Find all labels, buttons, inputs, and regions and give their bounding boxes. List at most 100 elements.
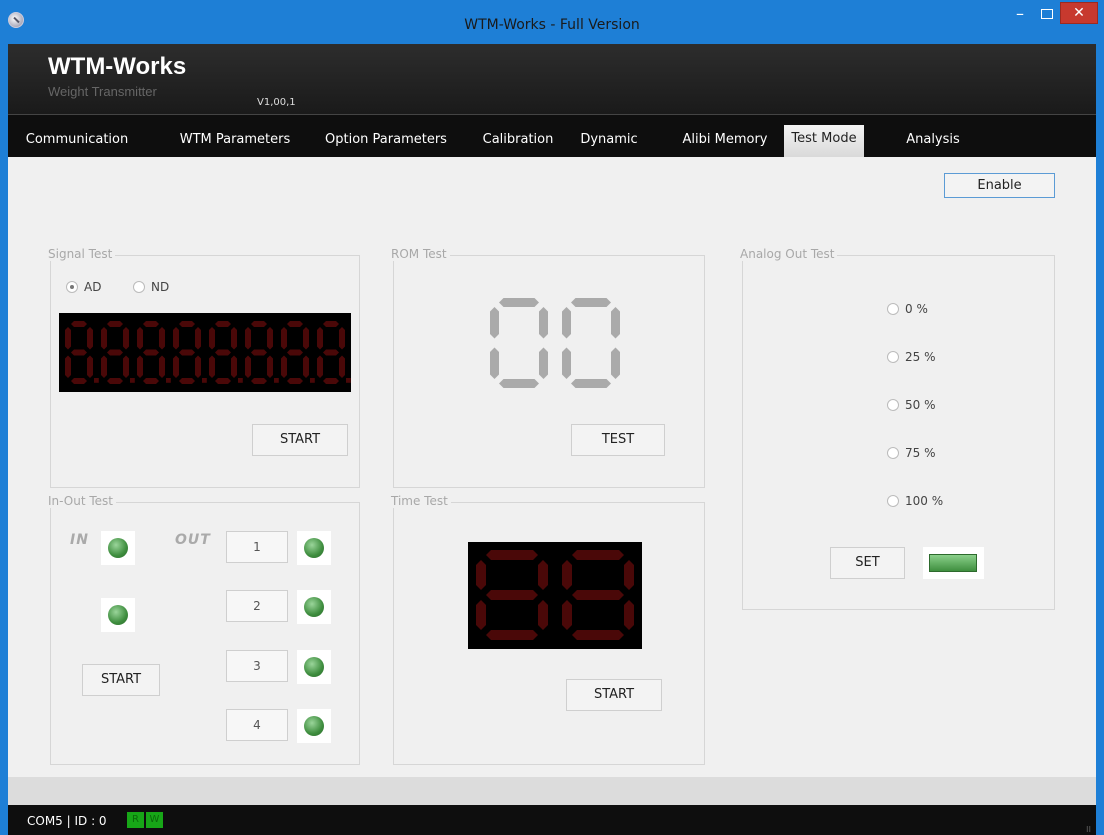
rom-test-button[interactable]: TEST xyxy=(571,424,665,456)
segment-a xyxy=(287,321,303,327)
segment-f xyxy=(173,327,179,350)
segment-d xyxy=(179,378,195,384)
segment-g xyxy=(71,349,87,356)
segment-a xyxy=(486,550,538,560)
segment-b xyxy=(611,307,620,339)
segment-b xyxy=(538,560,548,590)
radio-nd[interactable]: ND xyxy=(133,280,169,294)
radio-0-percent[interactable]: 0 % xyxy=(887,302,928,316)
segment-e xyxy=(173,355,179,378)
segment-g xyxy=(287,349,303,356)
segment-c xyxy=(267,355,273,378)
option-label: 0 % xyxy=(905,302,928,316)
close-icon[interactable]: ✕ xyxy=(1060,2,1098,24)
segment-c xyxy=(538,600,548,630)
segment-b xyxy=(339,327,345,350)
segment-b xyxy=(195,327,201,350)
segment-b xyxy=(123,327,129,350)
radio-100-percent[interactable]: 100 % xyxy=(887,494,943,508)
radio-50-percent[interactable]: 50 % xyxy=(887,398,936,412)
radio-unselected-icon xyxy=(887,447,899,459)
segment-g xyxy=(143,349,159,356)
status-bar: COM5 | ID : 0 R W ⁝⁝ xyxy=(8,805,1096,835)
segment-a xyxy=(572,550,624,560)
maximize-icon[interactable] xyxy=(1034,6,1058,24)
segment-e xyxy=(562,600,572,630)
out-channel-4[interactable]: 4 xyxy=(226,709,288,741)
segment-a xyxy=(71,321,87,327)
segment-e xyxy=(101,355,107,378)
segment-g xyxy=(572,590,624,600)
segment-b xyxy=(267,327,273,350)
tab-test-mode[interactable]: Test Mode xyxy=(784,125,864,158)
out-channel-2[interactable]: 2 xyxy=(226,590,288,622)
radio-75-percent[interactable]: 75 % xyxy=(887,446,936,460)
radio-ad[interactable]: AD xyxy=(66,280,101,294)
segment-dp xyxy=(166,378,171,383)
signal-start-button[interactable]: START xyxy=(252,424,348,456)
resize-grip-icon[interactable]: ⁝⁝ xyxy=(1086,825,1091,834)
segment-dp xyxy=(346,378,351,383)
option-label: 75 % xyxy=(905,446,936,460)
segment-d xyxy=(486,630,538,640)
option-label: 25 % xyxy=(905,350,936,364)
segment-a xyxy=(571,298,611,307)
segment-c xyxy=(231,355,237,378)
rom-test-title: ROM Test xyxy=(391,247,450,261)
minimize-icon[interactable]: – xyxy=(1006,6,1034,24)
in-out-test-group: In-Out Test IN OUT 1 2 3 4 START xyxy=(48,494,360,765)
tab-calibration[interactable]: Calibration xyxy=(470,131,566,158)
segment-c xyxy=(539,347,548,379)
time-start-button[interactable]: START xyxy=(566,679,662,711)
segment-e xyxy=(65,355,71,378)
segment-c xyxy=(624,600,634,630)
analog-set-button[interactable]: SET xyxy=(830,547,905,579)
segment-dp xyxy=(274,378,279,383)
time-test-title: Time Test xyxy=(391,494,451,508)
segment-b xyxy=(303,327,309,350)
tab-dynamic[interactable]: Dynamic xyxy=(574,131,644,158)
signal-test-group: Signal Test AD ND START xyxy=(48,247,360,488)
out-channel-1[interactable]: 1 xyxy=(226,531,288,563)
out-channel-3[interactable]: 3 xyxy=(226,650,288,682)
tab-communication[interactable]: Communication xyxy=(19,131,135,158)
rom-test-group: ROM Test TEST xyxy=(391,247,705,488)
segment-e xyxy=(476,600,486,630)
in-out-start-button[interactable]: START xyxy=(82,664,160,696)
segment-d xyxy=(572,630,624,640)
enable-button[interactable]: Enable xyxy=(944,173,1055,198)
segment-dp xyxy=(202,378,207,383)
segment-dp xyxy=(238,378,243,383)
tab-option-parameters[interactable]: Option Parameters xyxy=(321,131,451,158)
tab-analysis[interactable]: Analysis xyxy=(898,131,968,158)
segment-b xyxy=(624,560,634,590)
brand-title: WTM-Works xyxy=(48,53,187,80)
segment-e xyxy=(317,355,323,378)
segment-c xyxy=(339,355,345,378)
segment-d xyxy=(499,379,539,388)
segment-d xyxy=(71,378,87,384)
rom-seven-segment-display xyxy=(490,298,620,388)
connection-status: COM5 | ID : 0 xyxy=(27,814,107,828)
radio-unselected-icon xyxy=(887,351,899,363)
in-label: IN xyxy=(70,532,89,548)
segment-a xyxy=(499,298,539,307)
segment-f xyxy=(65,327,71,350)
radio-25-percent[interactable]: 25 % xyxy=(887,350,936,364)
segment-f xyxy=(562,560,572,590)
tab-alibi-memory[interactable]: Alibi Memory xyxy=(672,131,778,158)
option-label: 100 % xyxy=(905,494,944,508)
analog-out-test-group: Analog Out Test 0 % 25 % 50 % 75 % 100 %… xyxy=(740,247,1055,610)
out-led-2 xyxy=(297,590,331,624)
segment-f xyxy=(317,327,323,350)
segment-f xyxy=(209,327,215,350)
radio-unselected-icon xyxy=(887,495,899,507)
segment-c xyxy=(123,355,129,378)
content-area: Enable Signal Test AD ND START ROM Test … xyxy=(8,157,1096,777)
segment-dp xyxy=(310,378,315,383)
led-indicator-icon xyxy=(929,554,977,572)
tab-wtm-parameters[interactable]: WTM Parameters xyxy=(170,131,300,158)
out-led-3 xyxy=(297,650,331,684)
segment-f xyxy=(101,327,107,350)
segment-a xyxy=(107,321,123,327)
